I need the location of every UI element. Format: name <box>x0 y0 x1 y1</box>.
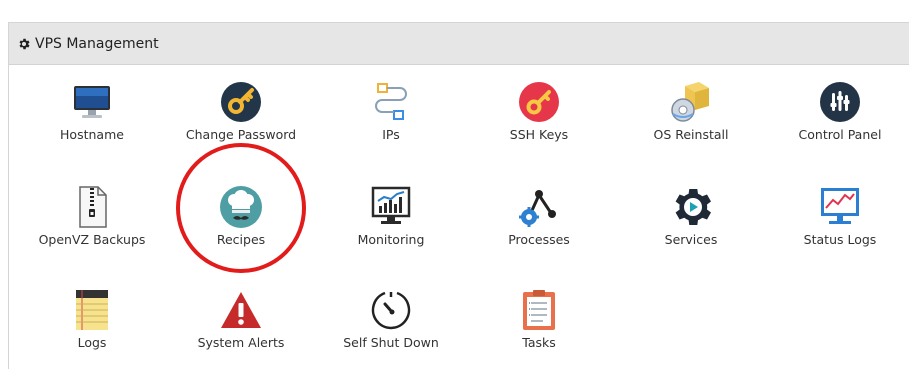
tile-label: Control Panel <box>798 127 882 142</box>
timer-icon <box>371 291 411 330</box>
services-icon <box>675 189 711 225</box>
chart-monitor-icon <box>371 186 411 224</box>
tile-label: Recipes <box>216 232 266 247</box>
tile-label: SSH Keys <box>509 127 569 142</box>
zip-file-icon <box>79 186 107 228</box>
tile-label: OS Reinstall <box>653 127 729 142</box>
tile-os-reinstall[interactable]: OS Reinstall <box>621 80 761 155</box>
tile-control-panel[interactable]: Control Panel <box>770 80 909 155</box>
tile-label: Processes <box>508 232 570 247</box>
clipboard-icon <box>523 290 555 330</box>
tile-label: System Alerts <box>197 335 285 350</box>
tile-label: Logs <box>77 335 107 350</box>
tile-label: Change Password <box>185 127 297 142</box>
processes-icon <box>519 190 556 227</box>
tile-self-shut-down[interactable]: Self Shut Down <box>321 288 461 363</box>
tile-logs[interactable]: Logs <box>22 288 162 363</box>
tile-services[interactable]: Services <box>621 185 761 260</box>
tile-openvz-backups[interactable]: OpenVZ Backups <box>22 185 162 260</box>
panel-title: VPS Management <box>35 35 159 52</box>
control-panel-icon <box>820 82 860 122</box>
tile-ssh-keys[interactable]: SSH Keys <box>469 80 609 155</box>
tile-status-logs[interactable]: Status Logs <box>770 185 909 260</box>
tile-processes[interactable]: Processes <box>469 185 609 260</box>
tile-label: Hostname <box>60 127 124 142</box>
warning-icon <box>221 292 261 328</box>
gear-icon <box>19 38 30 49</box>
tile-recipes[interactable]: Recipes <box>171 185 311 260</box>
panel-header: VPS Management <box>9 23 909 65</box>
key-icon <box>519 82 559 122</box>
tile-ips[interactable]: IPs <box>321 80 461 155</box>
tile-label: Tasks <box>522 335 556 350</box>
tile-hostname[interactable]: Hostname <box>22 80 162 155</box>
chef-icon <box>220 186 262 228</box>
status-logs-icon <box>821 188 859 224</box>
notepad-icon <box>76 290 108 330</box>
package-icon <box>671 82 709 122</box>
monitor-icon <box>74 86 110 118</box>
tile-change-password[interactable]: Change Password <box>171 80 311 155</box>
key-icon <box>221 82 261 122</box>
network-icon <box>375 83 407 120</box>
tile-label: Monitoring <box>357 232 425 247</box>
tile-tasks[interactable]: Tasks <box>469 288 609 363</box>
tile-label: Services <box>664 232 718 247</box>
tile-label: Self Shut Down <box>343 335 439 350</box>
tile-monitoring[interactable]: Monitoring <box>321 185 461 260</box>
tile-system-alerts[interactable]: System Alerts <box>171 288 311 363</box>
tile-label: OpenVZ Backups <box>38 232 146 247</box>
tile-label: IPs <box>382 127 400 142</box>
tile-label: Status Logs <box>803 232 877 247</box>
